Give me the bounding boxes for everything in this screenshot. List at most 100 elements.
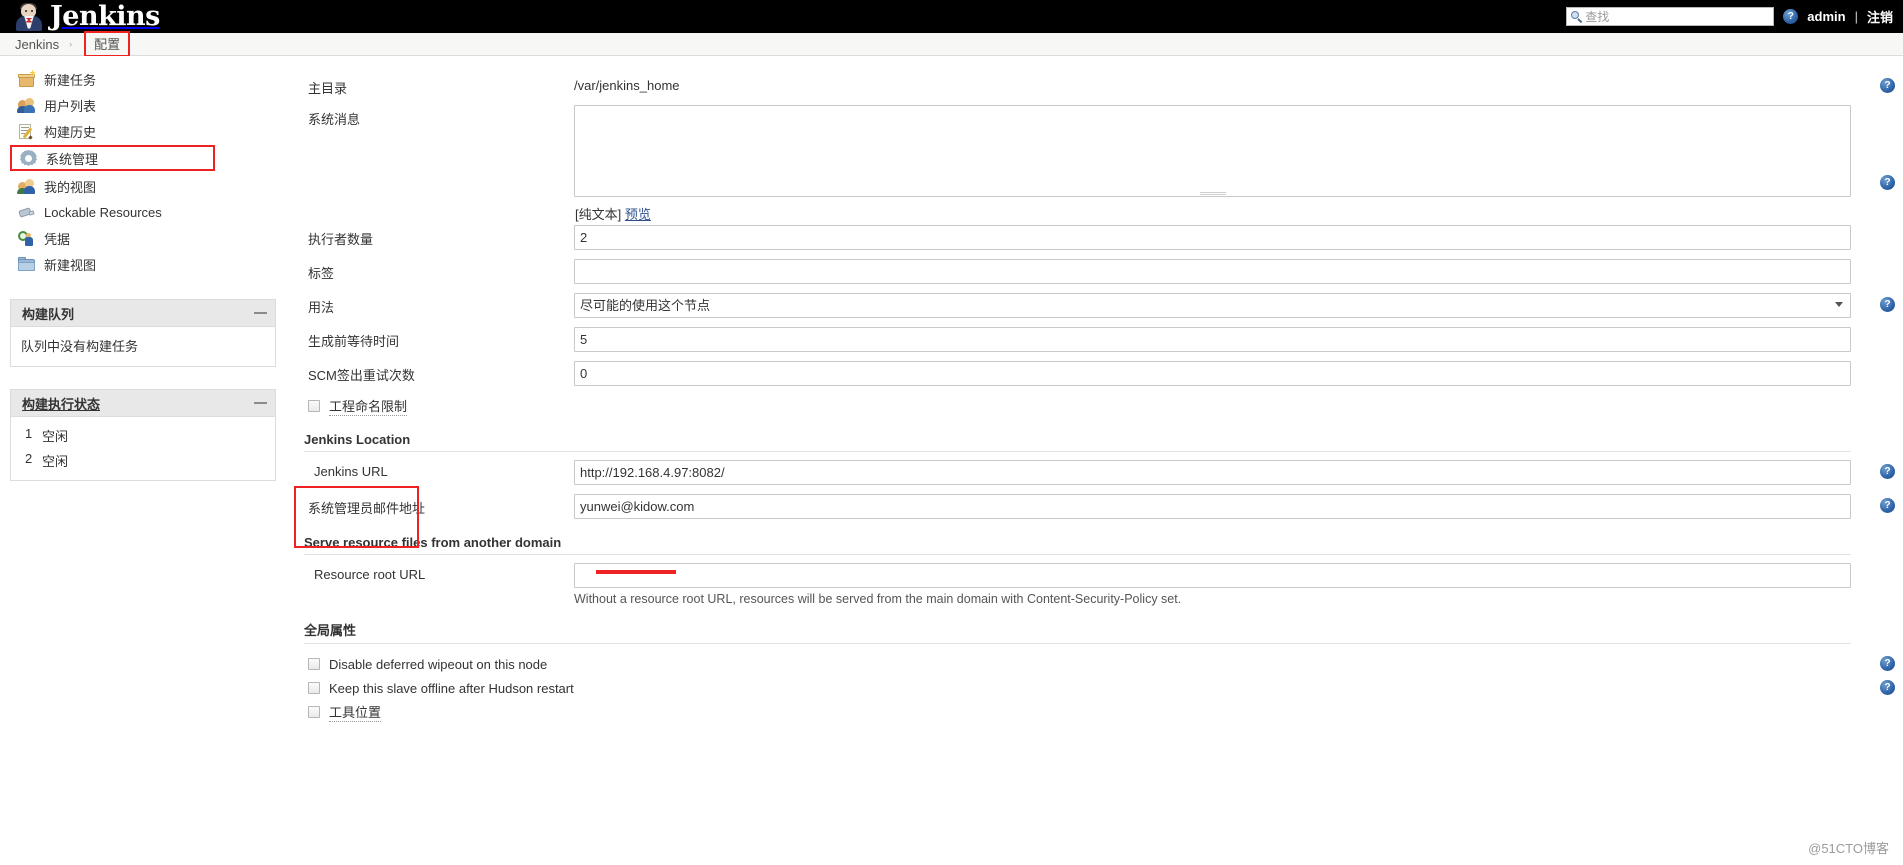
jenkins-url-input[interactable] bbox=[574, 460, 1851, 485]
user-name-link[interactable]: admin bbox=[1807, 9, 1845, 24]
field-label: 执行者数量 bbox=[308, 232, 374, 247]
jenkins-home-link[interactable]: Jenkins bbox=[0, 0, 160, 33]
field-label: SCM签出重试次数 bbox=[308, 368, 415, 383]
checkbox-label: Disable deferred wipeout on this node bbox=[329, 656, 548, 672]
executor-status-header: 构建执行状态 bbox=[11, 390, 275, 417]
field-label: Jenkins URL bbox=[314, 464, 388, 479]
help-icon[interactable]: ? bbox=[1880, 680, 1895, 695]
global-properties-title: 全局属性 bbox=[304, 623, 357, 638]
executor-number: 2 bbox=[25, 451, 33, 466]
people-icon bbox=[17, 97, 35, 114]
system-message-textarea[interactable] bbox=[574, 105, 1851, 197]
sidebar-item-label: 我的视图 bbox=[44, 179, 97, 195]
build-queue-empty-text: 队列中没有构建任务 bbox=[21, 339, 139, 354]
collapse-icon[interactable] bbox=[254, 402, 267, 404]
help-icon[interactable]: ? bbox=[1880, 656, 1895, 671]
build-queue-panel: 构建队列 队列中没有构建任务 bbox=[10, 299, 276, 367]
build-history-icon bbox=[18, 123, 35, 140]
plain-text-label: [纯文本] bbox=[575, 207, 622, 222]
checkbox-label: Keep this slave offline after Hudson res… bbox=[329, 680, 574, 696]
sidebar-item-new-job[interactable]: 新建任务 bbox=[10, 66, 286, 92]
disable-deferred-wipeout-checkbox[interactable] bbox=[308, 658, 320, 670]
scm-retry-input[interactable] bbox=[574, 361, 1851, 386]
help-icon[interactable]: ? bbox=[1880, 78, 1895, 93]
logout-link[interactable]: 注销 bbox=[1867, 7, 1893, 26]
jenkins-location-title: Jenkins Location bbox=[304, 432, 411, 447]
resource-domain-title: Serve resource files from another domain bbox=[304, 535, 562, 550]
my-views-icon bbox=[17, 178, 35, 195]
field-scm-retry: SCM签出重试次数 bbox=[286, 361, 1903, 386]
header-right-group: ? admin | 注销 bbox=[1566, 0, 1893, 33]
field-label: 主目录 bbox=[308, 81, 348, 96]
sidebar-item-my-views[interactable]: 我的视图 bbox=[10, 173, 286, 199]
sidebar-item-label: 用户列表 bbox=[44, 98, 97, 114]
search-icon bbox=[1570, 10, 1583, 23]
field-resource-root-url: Resource root URL Without a resource roo… bbox=[286, 563, 1903, 606]
sidebar-item-credentials[interactable]: 凭据 bbox=[10, 225, 286, 251]
executor-status-panel: 构建执行状态 1 空闲 2 空闲 bbox=[10, 389, 276, 481]
collapse-icon[interactable] bbox=[254, 312, 267, 314]
executors-input[interactable] bbox=[574, 225, 1851, 250]
tool-locations-checkbox[interactable] bbox=[308, 706, 320, 718]
resource-root-url-input[interactable] bbox=[574, 563, 1851, 588]
executor-status-text: 空闲 bbox=[42, 454, 69, 469]
field-label: Resource root URL bbox=[314, 567, 426, 582]
field-keep-slave-offline: Keep this slave offline after Hudson res… bbox=[286, 676, 1903, 700]
field-executors: 执行者数量 bbox=[286, 225, 1903, 250]
page-layout: 新建任务 用户列表 构建历史 系统管理 我的视图 Lockable Resour… bbox=[0, 56, 1903, 865]
labels-input[interactable] bbox=[574, 259, 1851, 284]
executor-status-body: 1 空闲 2 空闲 bbox=[11, 417, 275, 480]
field-label: 系统管理员邮件地址 bbox=[308, 501, 426, 516]
project-naming-checkbox[interactable] bbox=[308, 400, 320, 412]
admin-email-input[interactable] bbox=[574, 494, 1851, 519]
sidebar-item-label: 凭据 bbox=[44, 231, 71, 247]
system-message-footer: [纯文本] 预览 bbox=[574, 200, 1851, 223]
help-icon[interactable]: ? bbox=[1880, 464, 1895, 479]
search-box[interactable] bbox=[1566, 7, 1775, 26]
field-label: 生成前等待时间 bbox=[308, 334, 400, 349]
build-queue-header: 构建队列 bbox=[11, 300, 275, 327]
breadcrumb-item-jenkins[interactable]: Jenkins bbox=[15, 37, 59, 52]
new-job-icon bbox=[18, 69, 36, 88]
executor-status-title-link[interactable]: 构建执行状态 bbox=[22, 394, 100, 413]
usage-select[interactable]: 尽可能的使用这个节点 bbox=[574, 293, 1851, 318]
sidebar-item-manage-jenkins[interactable]: 系统管理 bbox=[10, 145, 215, 171]
field-label: 系统消息 bbox=[308, 112, 361, 127]
sidebar-item-build-history[interactable]: 构建历史 bbox=[10, 118, 286, 144]
checkbox-label: 工具位置 bbox=[329, 702, 382, 722]
header-separator: | bbox=[1854, 9, 1858, 24]
search-help-icon[interactable]: ? bbox=[1783, 9, 1799, 24]
search-input[interactable] bbox=[1585, 9, 1766, 24]
sidebar-item-users[interactable]: 用户列表 bbox=[10, 92, 286, 118]
section-divider bbox=[304, 451, 1851, 452]
sidebar-item-new-view[interactable]: 新建视图 bbox=[10, 251, 286, 277]
jenkins-butler-icon bbox=[14, 2, 44, 31]
keep-slave-offline-checkbox[interactable] bbox=[308, 682, 320, 694]
credentials-icon bbox=[18, 230, 35, 247]
preview-link[interactable]: 预览 bbox=[625, 207, 651, 222]
help-icon[interactable]: ? bbox=[1880, 175, 1895, 190]
sidebar-item-lockable-resources[interactable]: Lockable Resources bbox=[10, 199, 286, 225]
section-divider bbox=[304, 643, 1851, 644]
field-tool-locations: 工具位置 bbox=[286, 700, 1903, 724]
sidebar-item-label: 新建视图 bbox=[44, 257, 97, 273]
lockable-resources-icon bbox=[18, 204, 35, 221]
gear-icon bbox=[20, 149, 37, 167]
help-icon[interactable]: ? bbox=[1880, 297, 1895, 312]
executor-row: 1 空闲 bbox=[11, 423, 275, 448]
field-jenkins-url: Jenkins URL ? bbox=[286, 460, 1903, 485]
field-label: 标签 bbox=[308, 266, 335, 281]
watermark: @51CTO博客 bbox=[1808, 841, 1889, 856]
breadcrumb-item-configure[interactable]: 配置 bbox=[94, 37, 120, 52]
sidebar-item-label: Lockable Resources bbox=[44, 204, 162, 220]
sidebar-item-label: 新建任务 bbox=[44, 72, 97, 88]
field-home-directory: 主目录 /var/jenkins_home ? bbox=[286, 74, 1903, 97]
executor-number: 1 bbox=[25, 426, 33, 441]
resource-root-url-hint: Without a resource root URL, resources w… bbox=[574, 592, 1182, 606]
help-icon[interactable]: ? bbox=[1880, 498, 1895, 513]
field-label: 用法 bbox=[308, 300, 335, 315]
sidebar-nav: 新建任务 用户列表 构建历史 系统管理 我的视图 Lockable Resour… bbox=[10, 66, 286, 277]
field-disable-deferred-wipeout: Disable deferred wipeout on this node ? bbox=[286, 652, 1903, 676]
quiet-period-input[interactable] bbox=[574, 327, 1851, 352]
folder-icon bbox=[18, 256, 35, 273]
